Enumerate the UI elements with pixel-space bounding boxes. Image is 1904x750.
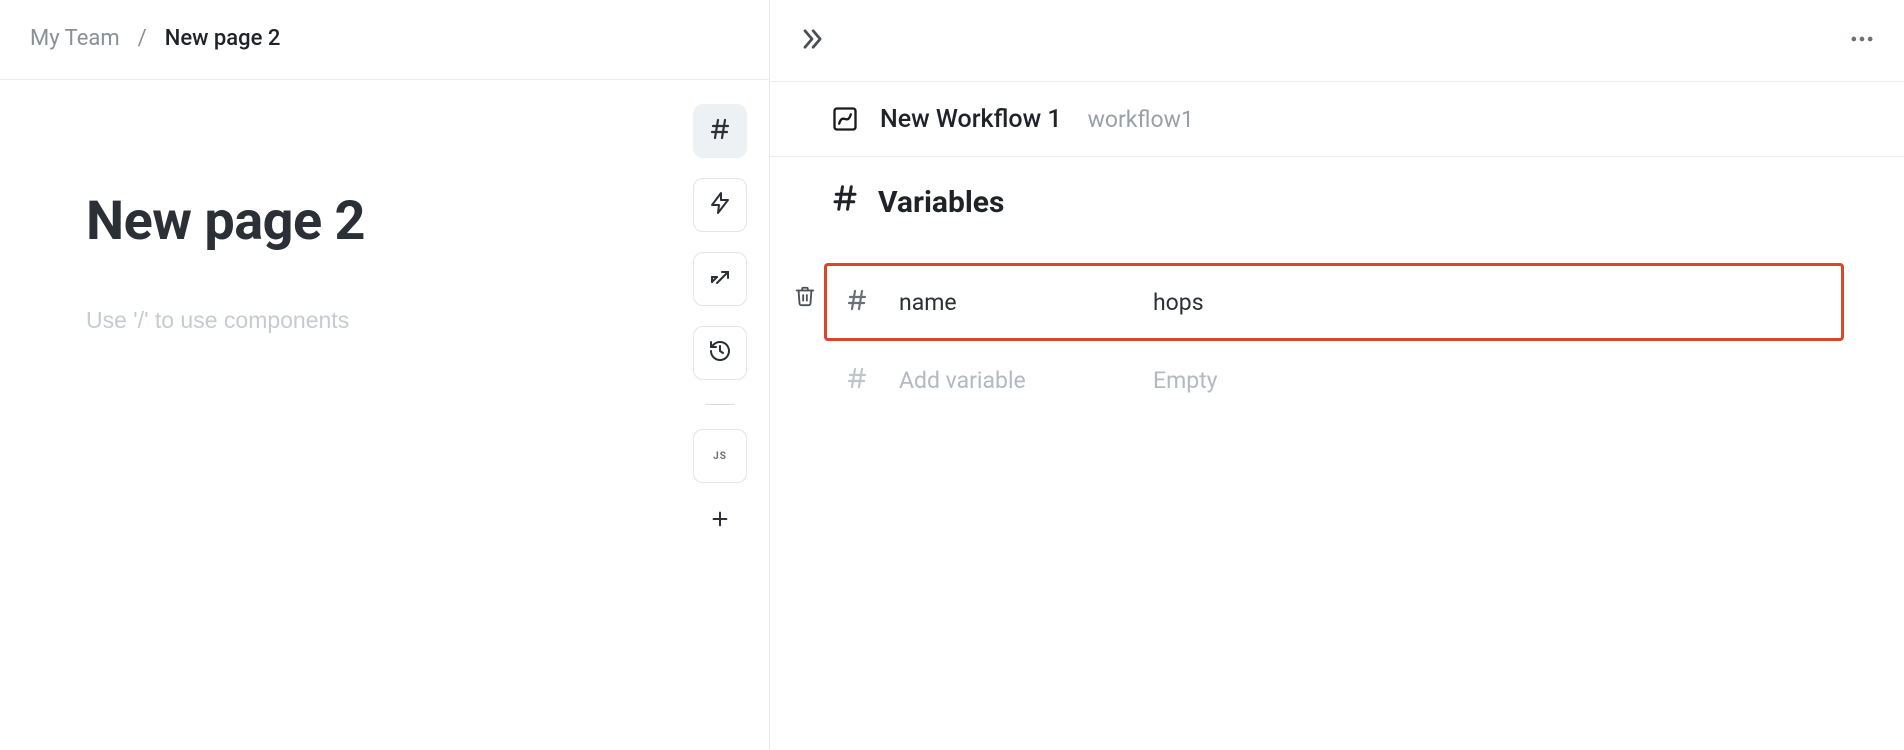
hash-icon bbox=[708, 117, 732, 145]
expand-button[interactable] bbox=[798, 25, 826, 57]
toolbar-history-button[interactable] bbox=[693, 326, 747, 380]
toolbar-divider bbox=[705, 404, 735, 405]
toolbar-add-button[interactable] bbox=[693, 503, 747, 539]
more-menu-button[interactable] bbox=[1848, 25, 1876, 57]
page-body: New page 2 bbox=[0, 80, 769, 750]
swap-icon bbox=[708, 265, 732, 293]
delete-variable-button[interactable] bbox=[794, 285, 816, 307]
toolbar-hash-button[interactable] bbox=[693, 104, 747, 158]
page-editor-input[interactable] bbox=[86, 307, 683, 334]
variable-row[interactable]: name hops bbox=[824, 263, 1844, 341]
variable-name[interactable]: name bbox=[899, 289, 1145, 316]
add-variable-row[interactable]: Add variable Empty bbox=[824, 341, 1844, 419]
page-title[interactable]: New page 2 bbox=[86, 190, 683, 253]
add-variable-name-placeholder[interactable]: Add variable bbox=[899, 367, 1145, 394]
trash-icon bbox=[794, 292, 816, 311]
workflow-id: workflow1 bbox=[1088, 106, 1194, 133]
workflow-header[interactable]: New Workflow 1 workflow1 bbox=[770, 82, 1904, 157]
breadcrumb: My Team / New page 2 bbox=[0, 0, 769, 80]
hash-icon bbox=[845, 366, 891, 394]
toolbar-swap-button[interactable] bbox=[693, 252, 747, 306]
workflow-title: New Workflow 1 bbox=[880, 105, 1062, 134]
variables-section-header: Variables bbox=[830, 183, 1844, 221]
left-panel: My Team / New page 2 New page 2 bbox=[0, 0, 770, 750]
toolbar-js-button[interactable]: JS bbox=[693, 429, 747, 483]
plus-icon bbox=[709, 508, 731, 534]
vertical-toolbar: JS bbox=[693, 104, 747, 539]
right-panel: New Workflow 1 workflow1 Variables bbox=[770, 0, 1904, 750]
variables-section: Variables bbox=[770, 157, 1904, 431]
hash-icon bbox=[830, 183, 860, 221]
workflow-icon bbox=[830, 104, 860, 134]
chevrons-right-icon bbox=[798, 38, 826, 57]
add-variable-value-placeholder[interactable]: Empty bbox=[1153, 367, 1823, 394]
js-icon: JS bbox=[713, 451, 727, 462]
history-icon bbox=[708, 339, 732, 367]
dots-horizontal-icon bbox=[1848, 38, 1876, 57]
toolbar-bolt-button[interactable] bbox=[693, 178, 747, 232]
variables-heading: Variables bbox=[878, 185, 1004, 220]
breadcrumb-separator: / bbox=[138, 26, 147, 51]
app-root: My Team / New page 2 New page 2 bbox=[0, 0, 1904, 750]
variable-value[interactable]: hops bbox=[1153, 289, 1823, 316]
bolt-icon bbox=[708, 191, 732, 219]
breadcrumb-page[interactable]: New page 2 bbox=[165, 26, 281, 51]
variables-list: name hops Add variable Empty bbox=[806, 263, 1844, 419]
right-topbar bbox=[770, 0, 1904, 82]
hash-icon bbox=[845, 288, 891, 316]
breadcrumb-team[interactable]: My Team bbox=[30, 26, 120, 51]
